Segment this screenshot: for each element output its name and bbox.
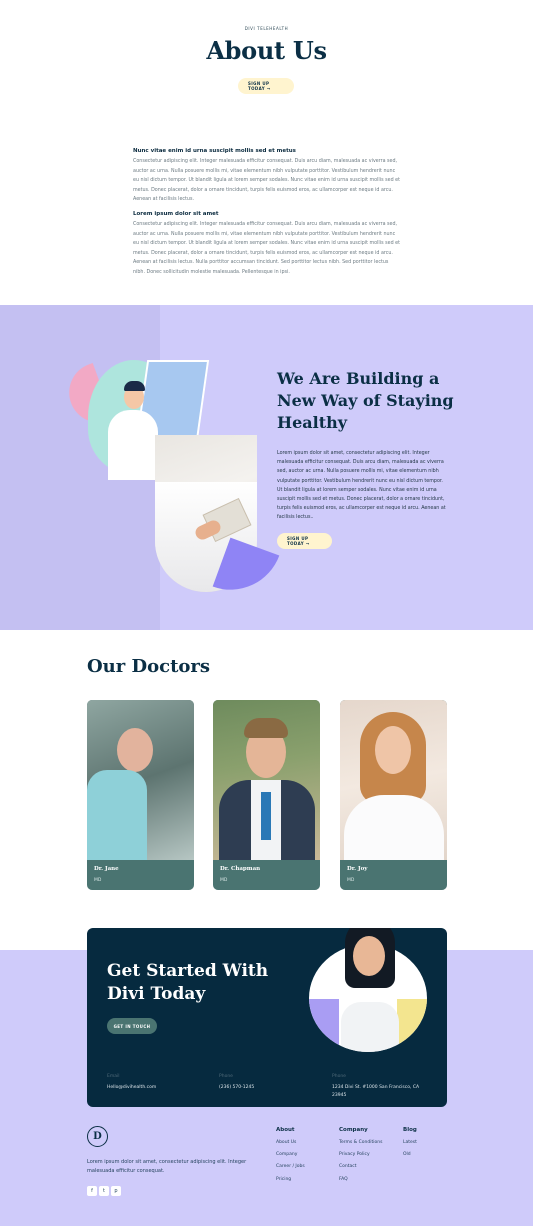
footer-link[interactable]: Company <box>276 1149 305 1161</box>
footer-col-title: Blog <box>403 1127 417 1133</box>
doctor-card[interactable]: Dr. Chapman MD <box>213 700 320 890</box>
doctor-card[interactable]: Dr. Jane MD <box>87 700 194 890</box>
footer-col-blog: Blog Latest Old <box>403 1127 417 1161</box>
facebook-icon[interactable]: f <box>87 1186 97 1196</box>
footer-col-title: Company <box>339 1127 368 1133</box>
footer-link[interactable]: Contact <box>339 1161 382 1173</box>
doctor-photo <box>340 700 447 860</box>
doctor-photo <box>213 700 320 860</box>
cta-card: Get Started With Divi Today GET IN TOUCH… <box>87 928 447 1107</box>
doctor-face <box>353 936 385 976</box>
doctor-face <box>117 728 153 772</box>
purple-band <box>309 999 339 1052</box>
footer-link[interactable]: Pricing <box>276 1174 305 1186</box>
yellow-band <box>397 999 427 1052</box>
address-value: 1234 Divi St. #1000 San Francisco, CA 23… <box>332 1085 420 1098</box>
building-signup-button[interactable]: SIGN UP TODAY → <box>277 533 332 549</box>
footer-col-company: Company Terms & Conditions Privacy Polic… <box>339 1127 382 1186</box>
phone-value[interactable]: (236) 570-1245 <box>219 1084 254 1092</box>
hero-eyebrow: DIVI TELEHEALTH <box>244 26 289 31</box>
intro-heading-1: Nunc vitae enim id urna suscipit mollis … <box>133 148 296 154</box>
pinterest-icon[interactable]: p <box>111 1186 121 1196</box>
email-value[interactable]: Hello@divihealth.com <box>107 1084 156 1092</box>
doctor-name: Dr. Chapman <box>220 866 261 872</box>
address-label: Phone <box>332 1074 346 1079</box>
doctor-card[interactable]: Dr. Joy MD <box>340 700 447 890</box>
doctor-name: Dr. Jane <box>94 866 119 872</box>
doctor-illustration-coat <box>108 410 158 480</box>
doctor-role: MD <box>220 878 228 883</box>
hero-signup-button[interactable]: SIGN UP TODAY → <box>238 78 294 94</box>
intro-heading-2: Lorem ipsum dolor sit amet <box>133 211 219 217</box>
footer-col-about: About About Us Company Career / Jobs Pri… <box>276 1127 305 1186</box>
divi-logo[interactable]: D <box>87 1126 108 1147</box>
footer-link[interactable]: Latest <box>403 1137 417 1149</box>
footer-link[interactable]: About Us <box>276 1137 305 1149</box>
doctor-dress <box>344 795 444 860</box>
phone-label: Phone <box>219 1074 233 1079</box>
intro-block-2: Lorem ipsum dolor sit amet Consectetur a… <box>133 211 401 277</box>
page-title: About Us <box>206 36 327 65</box>
footer-link[interactable]: Career / Jobs <box>276 1161 305 1173</box>
building-section: We Are Building a New Way of Staying Hea… <box>0 305 533 630</box>
footer-link[interactable]: Terms & Conditions <box>339 1137 382 1149</box>
doctors-title: Our Doctors <box>87 656 211 677</box>
footer-link[interactable]: Old <box>403 1149 417 1161</box>
social-links: f t p <box>87 1186 121 1196</box>
doctor-coat <box>341 1002 399 1052</box>
doctor-tie <box>261 792 271 840</box>
intro-block-1: Nunc vitae enim id urna suscipit mollis … <box>133 148 401 205</box>
building-body: Lorem ipsum dolor sit amet, consectetur … <box>277 451 446 521</box>
footer-col-title: About <box>276 1127 295 1133</box>
doctor-face <box>375 726 411 774</box>
doctor-illustration-hair <box>124 381 145 391</box>
building-title: We Are Building a New Way of Staying Hea… <box>277 369 454 432</box>
doctor-role: MD <box>347 878 355 883</box>
intro-paragraph-2: Consectetur adipiscing elit. Integer mal… <box>133 222 400 275</box>
doctor-hair <box>244 718 288 738</box>
footer-text: Lorem ipsum dolor sit amet, consectetur … <box>87 1159 247 1174</box>
twitter-icon[interactable]: t <box>99 1186 109 1196</box>
hero-section: DIVI TELEHEALTH About Us SIGN UP TODAY → <box>0 0 533 118</box>
footer-link[interactable]: FAQ <box>339 1174 382 1186</box>
get-in-touch-button[interactable]: GET IN TOUCH <box>107 1018 157 1034</box>
cta-title: Get Started With Divi Today <box>107 961 269 1004</box>
doctor-name: Dr. Joy <box>347 866 368 872</box>
doctor-photo <box>87 700 194 860</box>
doctor-shirt <box>87 770 147 860</box>
footer-link[interactable]: Privacy Policy <box>339 1149 382 1161</box>
intro-paragraph-1: Consectetur adipiscing elit. Integer mal… <box>133 159 400 202</box>
email-label: Email <box>107 1074 120 1079</box>
doctor-role: MD <box>94 878 102 883</box>
